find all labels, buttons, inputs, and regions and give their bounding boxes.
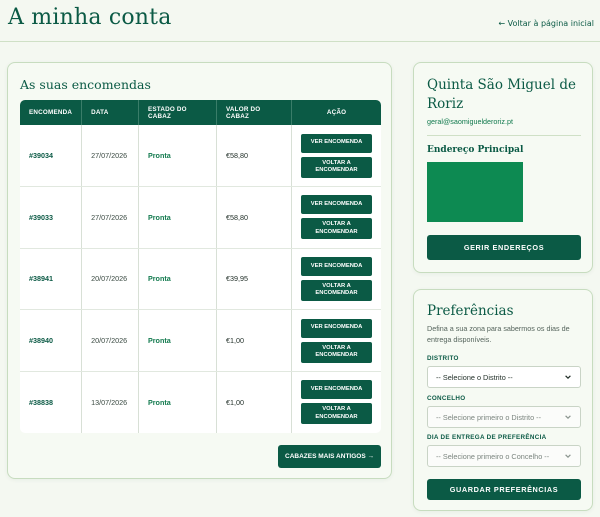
- farm-email: geral@saomiguelderoriz.pt: [427, 117, 514, 126]
- delivery-day-select-value: -- Selecione primeiro o Concelho --: [436, 451, 550, 461]
- address-title: Endereço Principal: [427, 145, 524, 155]
- column-header-value: VALOR DO CABAZ: [216, 100, 292, 125]
- order-date: 27/07/2026: [91, 151, 128, 161]
- order-value: €58,80: [226, 151, 248, 161]
- order-status: Pronta: [147, 151, 171, 161]
- orders-card: As suas encomendas ENCOMENDA DATA ESTADO…: [7, 62, 392, 479]
- chevron-down-icon: [565, 454, 571, 459]
- reorder-button[interactable]: VOLTAR A ENCOMENDAR: [301, 156, 372, 178]
- page-title: A minha conta: [8, 5, 172, 30]
- order-status: Pronta: [147, 274, 171, 284]
- table-row: #38941 20/07/2026 Pronta €39,95 VER ENCO…: [20, 248, 381, 311]
- chevron-down-icon: [565, 415, 571, 420]
- table-row: #38838 13/07/2026 Pronta €1,00 VER ENCOM…: [20, 371, 381, 433]
- order-status: Pronta: [147, 397, 171, 407]
- orders-title: As suas encomendas: [20, 77, 151, 92]
- reorder-button[interactable]: VOLTAR A ENCOMENDAR: [301, 279, 372, 301]
- order-id-link[interactable]: #39034: [29, 151, 53, 160]
- delivery-day-label: DIA DE ENTREGA DE PREFERÊNCIA: [427, 434, 547, 441]
- page-header: A minha conta ← Voltar à página inicial: [0, 0, 600, 42]
- orders-table: ENCOMENDA DATA ESTADO DO CABAZ VALOR DO …: [20, 100, 381, 433]
- order-date: 20/07/2026: [91, 274, 128, 284]
- order-value: €1,00: [226, 336, 244, 346]
- manage-addresses-button[interactable]: GERIR ENDEREÇOS: [427, 235, 581, 260]
- delivery-day-select[interactable]: -- Selecione primeiro o Concelho --: [427, 445, 581, 467]
- address-map: [427, 162, 523, 222]
- order-id-link[interactable]: #38941: [29, 274, 53, 283]
- county-select-value: -- Selecione primeiro o Distrito --: [436, 412, 542, 422]
- view-order-button[interactable]: VER ENCOMENDA: [301, 195, 372, 215]
- view-order-button[interactable]: VER ENCOMENDA: [301, 133, 372, 153]
- save-preferences-button[interactable]: GUARDAR PREFERÊNCIAS: [427, 479, 581, 500]
- district-select[interactable]: -- Selecione o Distrito --: [427, 366, 581, 388]
- chevron-down-icon: [565, 375, 571, 380]
- column-header-date: DATA: [81, 100, 139, 125]
- order-id-link[interactable]: #39033: [29, 213, 53, 222]
- farm-card: Quinta São Miguel de Roriz geral@saomigu…: [413, 62, 593, 273]
- district-select-value: -- Selecione o Distrito --: [436, 372, 513, 382]
- order-value: €1,00: [226, 397, 244, 407]
- column-header-action: AÇÃO: [291, 100, 381, 125]
- reorder-button[interactable]: VOLTAR A ENCOMENDAR: [301, 218, 372, 240]
- view-order-button[interactable]: VER ENCOMENDA: [301, 380, 372, 400]
- divider: [427, 135, 581, 136]
- back-to-home-link[interactable]: ← Voltar à página inicial: [498, 19, 594, 28]
- view-order-button[interactable]: VER ENCOMENDA: [301, 256, 372, 276]
- county-label: CONCELHO: [427, 395, 466, 402]
- reorder-button[interactable]: VOLTAR A ENCOMENDAR: [301, 341, 372, 363]
- table-row: #39033 27/07/2026 Pronta €58,80 VER ENCO…: [20, 186, 381, 249]
- preferences-title: Preferências: [427, 303, 514, 319]
- preferences-description: Defina a sua zona para sabermos os dias …: [427, 324, 570, 344]
- column-header-status: ESTADO DO CABAZ: [138, 100, 218, 125]
- county-select[interactable]: -- Selecione primeiro o Distrito --: [427, 406, 581, 428]
- reorder-button[interactable]: VOLTAR A ENCOMENDAR: [301, 403, 372, 425]
- order-id-link[interactable]: #38940: [29, 336, 53, 345]
- order-status: Pronta: [147, 212, 171, 222]
- older-baskets-button[interactable]: CABAZES MAIS ANTIGOS →: [278, 445, 381, 468]
- order-id-link[interactable]: #38838: [29, 398, 53, 407]
- order-date: 27/07/2026: [91, 212, 128, 222]
- column-header-order: ENCOMENDA: [20, 100, 83, 125]
- view-order-button[interactable]: VER ENCOMENDA: [301, 318, 372, 338]
- table-row: #39034 27/07/2026 Pronta €58,80 VER ENCO…: [20, 125, 381, 188]
- farm-name: Quinta São Miguel de Roriz: [427, 77, 576, 112]
- order-date: 13/07/2026: [91, 397, 128, 407]
- preferences-card: Preferências Defina a sua zona para sabe…: [413, 289, 593, 511]
- district-label: DISTRITO: [427, 355, 459, 362]
- order-date: 20/07/2026: [91, 336, 128, 346]
- order-status: Pronta: [147, 336, 171, 346]
- table-row: #38940 20/07/2026 Pronta €1,00 VER ENCOM…: [20, 309, 381, 372]
- order-value: €39,95: [226, 274, 248, 284]
- order-value: €58,80: [226, 212, 248, 222]
- orders-table-header: ENCOMENDA DATA ESTADO DO CABAZ VALOR DO …: [20, 100, 381, 125]
